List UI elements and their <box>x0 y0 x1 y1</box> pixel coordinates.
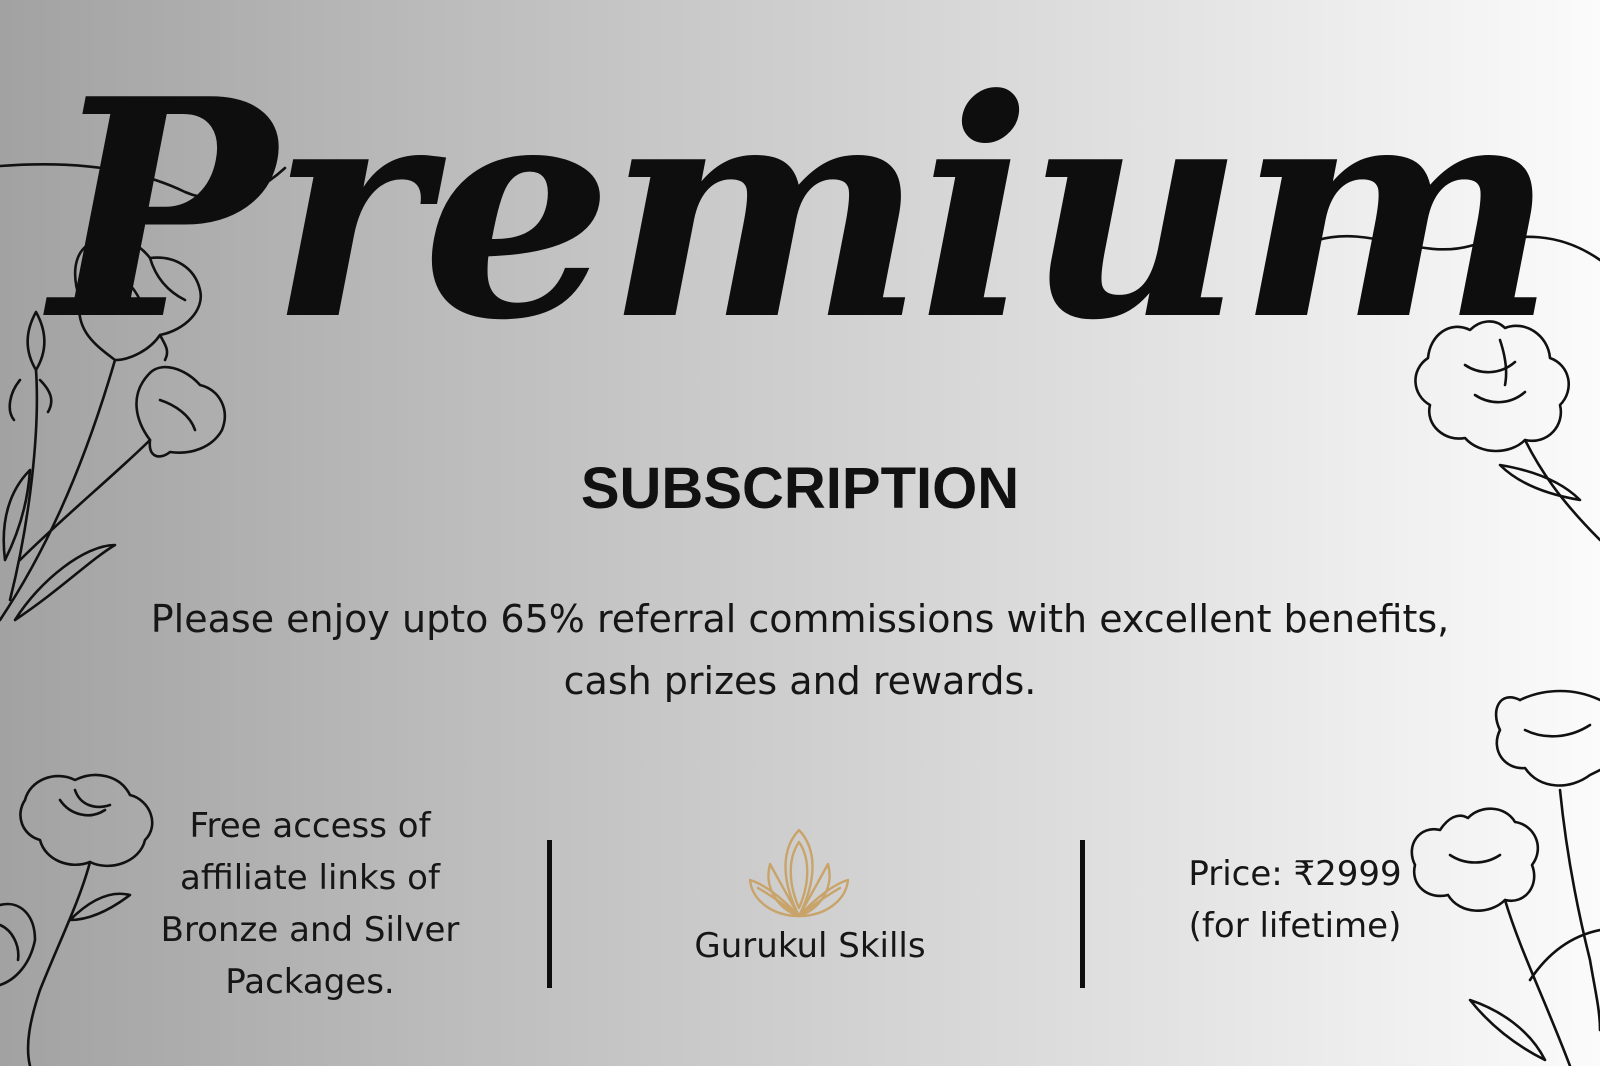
price-text: Price: ₹2999 <box>1188 854 1402 894</box>
right-divider <box>1080 840 1085 988</box>
subscription-heading: SUBSCRIPTION <box>580 456 1020 521</box>
price-note: (for lifetime) <box>1188 906 1402 946</box>
lotus-icon <box>748 828 850 918</box>
premium-title: Premium <box>50 33 1555 386</box>
commission-description: Please enjoy upto 65% referral commissio… <box>150 597 1450 703</box>
brand-name: Gurukul Skills <box>694 926 926 966</box>
price-block: Price: ₹2999 (for lifetime) <box>1110 848 1480 952</box>
left-divider <box>547 840 552 988</box>
affiliate-access-text: Free access of affiliate links of Bronze… <box>160 806 460 1002</box>
